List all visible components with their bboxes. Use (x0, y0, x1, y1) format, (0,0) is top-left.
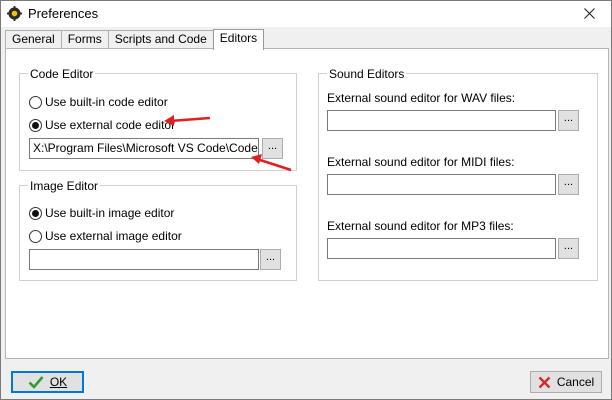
midi-editor-label: External sound editor for MIDI files: (327, 155, 515, 169)
tab-strip: General Forms Scripts and Code Editors (5, 29, 265, 50)
radio-builtin-image-editor[interactable]: Use built-in image editor (29, 205, 174, 221)
radio-external-image-editor[interactable]: Use external image editor (29, 228, 182, 244)
mp3-editor-path-input[interactable] (327, 238, 556, 259)
radio-circle (29, 229, 42, 243)
mp3-editor-label: External sound editor for MP3 files: (327, 219, 514, 233)
gear-icon (7, 6, 22, 21)
title-bar: Preferences (1, 1, 611, 27)
radio-builtin-code-editor[interactable]: Use built-in code editor (29, 94, 168, 110)
wav-editor-browse-button[interactable]: ... (558, 110, 579, 131)
radio-label: Use built-in image editor (45, 206, 175, 220)
preferences-window: Preferences General Forms Scripts and Co… (0, 0, 612, 400)
ok-button[interactable]: OK (11, 371, 84, 393)
image-editor-path-input[interactable] (29, 249, 259, 270)
radio-label: Use external code editor (45, 118, 176, 132)
image-editor-browse-button[interactable]: ... (260, 249, 281, 270)
mp3-editor-browse-button[interactable]: ... (558, 238, 579, 259)
tab-forms[interactable]: Forms (60, 30, 109, 49)
tab-editors[interactable]: Editors (212, 29, 265, 50)
code-editor-legend: Code Editor (28, 67, 96, 81)
ok-button-label: OK (49, 375, 68, 389)
radio-label: Use external image editor (45, 229, 182, 243)
wav-editor-label: External sound editor for WAV files: (327, 91, 516, 105)
close-button[interactable] (567, 1, 611, 26)
radio-circle (29, 95, 42, 109)
annotation-arrow-icon (164, 115, 211, 126)
code-editor-path-input[interactable]: X:\Program Files\Microsoft VS Code\Code.… (29, 138, 259, 159)
wav-editor-path-input[interactable] (327, 110, 556, 131)
tab-general[interactable]: General (5, 30, 62, 49)
checkmark-icon (28, 375, 44, 389)
radio-circle-checked (29, 118, 42, 132)
image-editor-legend: Image Editor (28, 179, 101, 193)
close-icon (583, 8, 595, 19)
cancel-x-icon (538, 376, 551, 389)
cancel-button[interactable]: Cancel (530, 371, 602, 393)
midi-editor-browse-button[interactable]: ... (558, 174, 579, 195)
editors-panel: Code Editor Use built-in code editor Use… (5, 48, 609, 359)
radio-label: Use built-in code editor (45, 95, 168, 109)
midi-editor-path-input[interactable] (327, 174, 556, 195)
annotation-arrow-icon (251, 154, 292, 172)
radio-external-code-editor[interactable]: Use external code editor (29, 117, 175, 133)
window-title: Preferences (28, 6, 99, 21)
sound-editors-legend: Sound Editors (327, 67, 407, 81)
radio-circle-checked (29, 206, 42, 220)
cancel-button-label: Cancel (556, 375, 595, 389)
tab-scripts-and-code[interactable]: Scripts and Code (107, 30, 214, 49)
